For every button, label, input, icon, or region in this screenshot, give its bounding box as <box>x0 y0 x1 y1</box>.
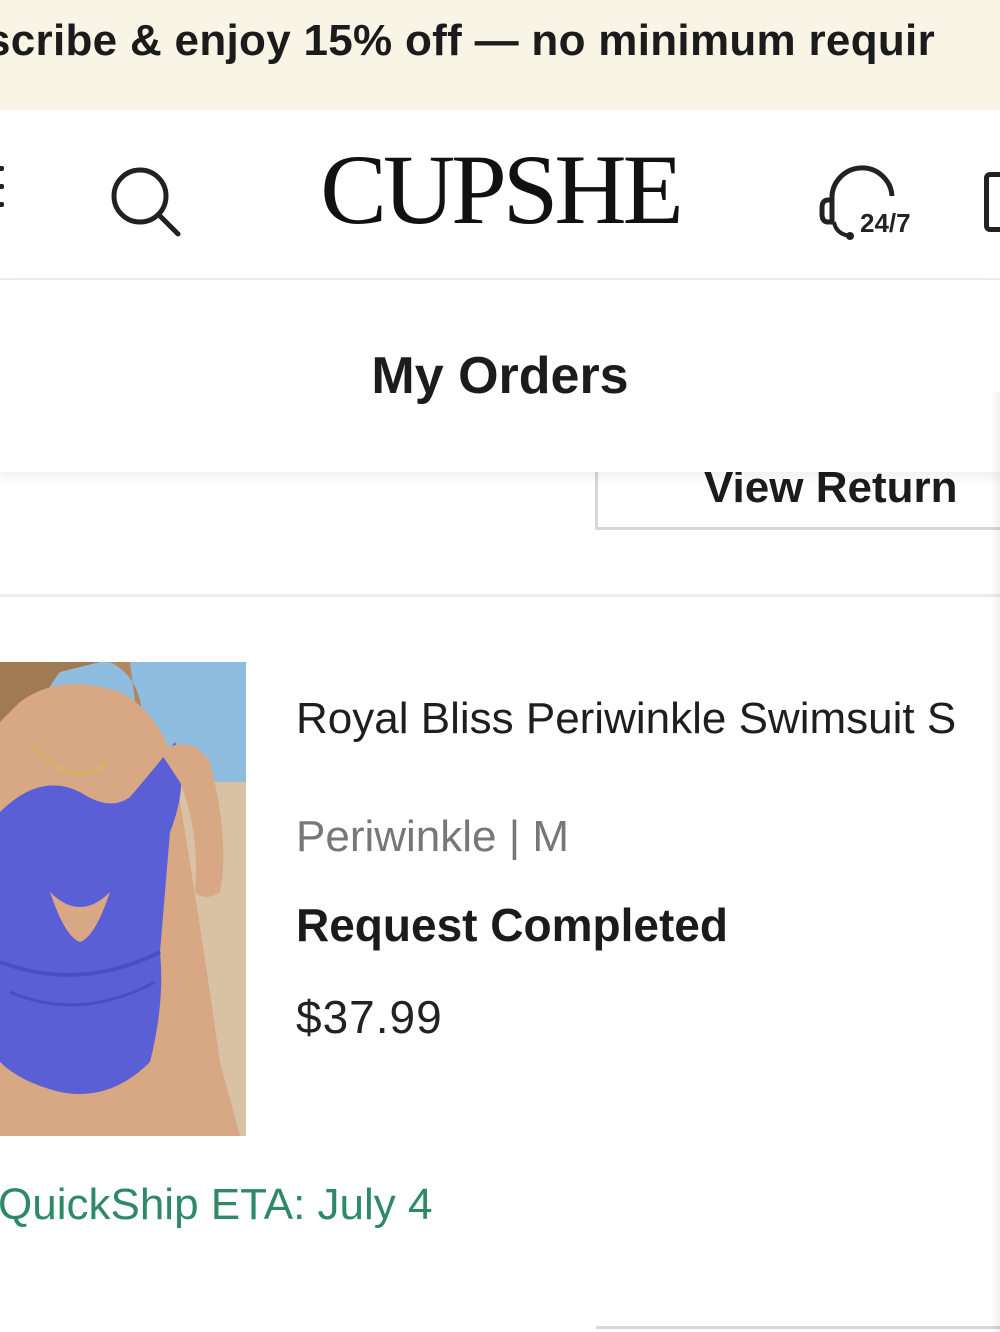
product-price: $37.99 <box>296 991 443 1043</box>
support-label: 24/7 <box>860 208 911 238</box>
product-variant: Periwinkle | M <box>296 812 570 861</box>
page-title: My Orders <box>371 347 629 405</box>
site-header: CUPSHE 24/7 <box>0 110 1000 280</box>
view-return-button[interactable]: View Return <box>595 472 1000 530</box>
product-image[interactable] <box>0 662 246 1136</box>
promo-text: scribe & enjoy 15% off — no minimum requ… <box>0 16 935 65</box>
bottom-divider <box>596 1326 1000 1329</box>
order-list: View Return Royal Bliss Periwinkle Swims… <box>0 472 1000 1332</box>
quickship-eta: QuickShip ETA: July 4 <box>0 1180 433 1229</box>
scroll-edge-shadow <box>990 392 1000 1332</box>
support-headset-icon[interactable]: 24/7 <box>818 156 930 246</box>
promo-banner[interactable]: scribe & enjoy 15% off — no minimum requ… <box>0 0 1000 110</box>
return-status: Request Completed <box>296 899 728 951</box>
product-name[interactable]: Royal Bliss Periwinkle Swimsuit S <box>296 694 956 744</box>
view-return-label: View Return <box>704 472 958 512</box>
page-title-bar: My Orders <box>0 280 1000 472</box>
shopping-bag-icon[interactable] <box>984 172 1000 232</box>
order-divider <box>0 594 1000 597</box>
